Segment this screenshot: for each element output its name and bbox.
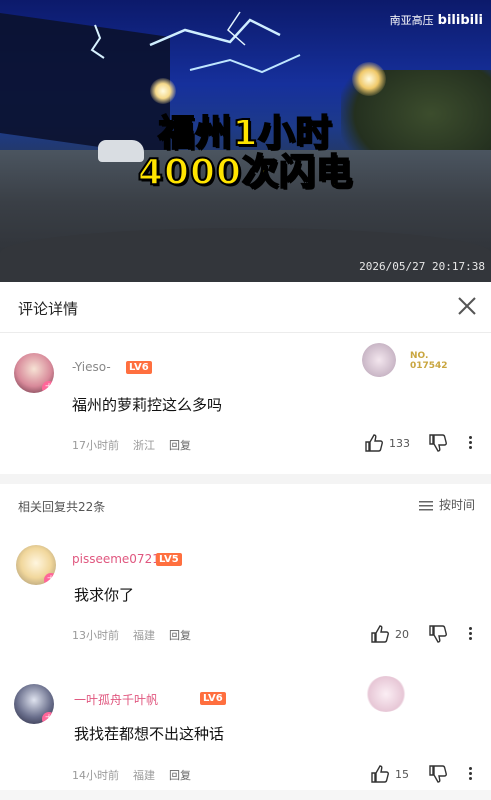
level-badge: LV6 [126, 361, 152, 374]
comment-meta: 13小时前 福建 回复 [72, 627, 205, 643]
like-icon[interactable] [370, 624, 390, 644]
like-count: 20 [395, 628, 409, 641]
reply-button[interactable]: 回复 [169, 629, 191, 642]
reply-button[interactable]: 回复 [169, 439, 191, 452]
main-comment: 大 -Yieso- LV6 NO. 017542 福州的萝莉控这么多吗 17小时… [0, 333, 491, 470]
comment-location: 福建 [133, 629, 155, 642]
reply-button[interactable]: 回复 [169, 769, 191, 782]
video-caption-line2: 4000次闪电 [137, 151, 354, 194]
like-icon[interactable] [364, 433, 384, 453]
comment-meta: 14小时前 福建 回复 [72, 767, 205, 783]
more-options-icon[interactable] [468, 625, 472, 643]
avatar[interactable]: 大 [14, 684, 54, 724]
avatar-badge-icon: 大 [44, 573, 56, 585]
watermark-channel: 南亚高压 [389, 14, 434, 27]
fan-medal-icon [362, 343, 396, 377]
page-title: 评论详情 [18, 300, 79, 318]
more-options-icon[interactable] [468, 434, 472, 452]
avatar[interactable]: 大 [14, 353, 54, 393]
video-timestamp: 2026/05/27 20:17:38 [359, 260, 485, 273]
sort-by-time-button[interactable]: 按时间 [418, 496, 475, 513]
reply-item: 大 pisseeme0721 LV5 我求你了 13小时前 福建 回复 20 [0, 535, 491, 660]
video-player[interactable]: 福州1小时 4000次闪电 南亚高压 bilibili 2026/05/27 20… [0, 0, 491, 282]
like-icon[interactable] [370, 764, 390, 784]
car-dashboard [0, 228, 491, 282]
comment-location: 福建 [133, 769, 155, 782]
comment-time: 13小时前 [72, 629, 119, 642]
fan-medal-icon [366, 676, 406, 712]
bilibili-logo: bilibili [437, 13, 483, 28]
sort-label: 按时间 [438, 498, 475, 512]
dislike-icon[interactable] [428, 433, 448, 453]
related-replies-count: 相关回复共22条 [18, 500, 106, 514]
close-icon[interactable] [455, 294, 479, 318]
avatar-badge-icon: 大 [42, 381, 54, 393]
section-divider [0, 474, 491, 484]
streetlight [352, 62, 386, 96]
comment-time: 17小时前 [72, 439, 119, 452]
streetlight [150, 78, 176, 104]
more-options-icon[interactable] [468, 765, 472, 783]
comment-detail-header: 评论详情 [0, 282, 491, 333]
dislike-icon[interactable] [428, 624, 448, 644]
dislike-icon[interactable] [428, 764, 448, 784]
level-badge: LV5 [156, 553, 182, 566]
username[interactable]: 一叶孤舟千叶帆 [74, 691, 158, 708]
watermark: 南亚高压 bilibili [390, 12, 483, 28]
bottom-bar [0, 790, 491, 800]
like-count: 15 [395, 768, 409, 781]
comment-location: 浙江 [133, 439, 155, 452]
comment-text: 我求你了 [74, 586, 135, 604]
reply-item: 大 一叶孤舟千叶帆 LV6 我找茬都想不出这种话 14小时前 福建 回复 15 [0, 672, 491, 790]
comment-text: 我找茬都想不出这种话 [74, 725, 225, 743]
comment-time: 14小时前 [72, 769, 119, 782]
comment-meta: 17小时前 浙江 回复 [72, 437, 205, 453]
comment-text: 福州的萝莉控这么多吗 [72, 396, 223, 414]
fan-medal-number: NO. 017542 [410, 351, 448, 371]
username[interactable]: pisseeme0721 [72, 552, 160, 566]
avatar-badge-icon: 大 [42, 712, 54, 724]
level-badge: LV6 [200, 692, 226, 705]
sort-icon [418, 500, 433, 511]
like-count: 133 [389, 437, 410, 450]
username[interactable]: -Yieso- [72, 360, 111, 374]
avatar[interactable]: 大 [16, 545, 56, 585]
